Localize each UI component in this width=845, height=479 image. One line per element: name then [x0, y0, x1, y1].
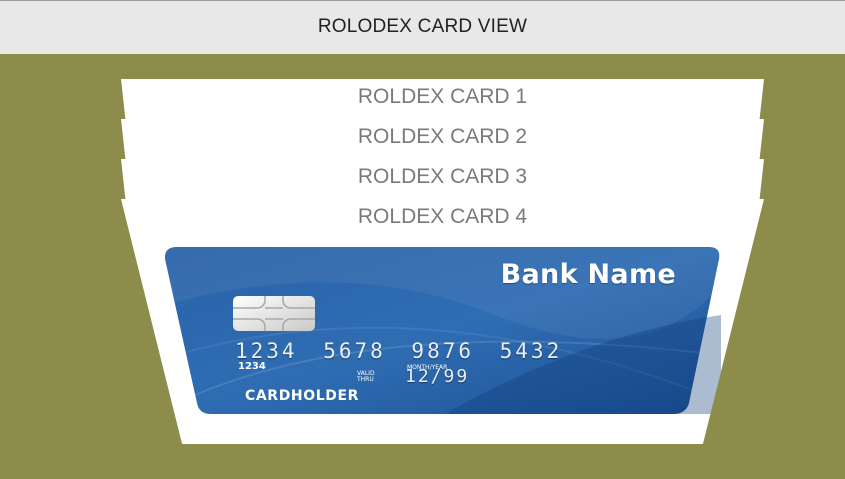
rolodex-card-2[interactable]: ROLDEX CARD 2 [121, 119, 764, 160]
rolodex-card-4-label: ROLDEX CARD 4 [357, 205, 528, 228]
rolodex-card-1[interactable]: ROLDEX CARD 1 [121, 79, 764, 120]
rolodex-card-4[interactable]: ROLDEX CARD 4 Bank Name 1234 5678 9876 5… [121, 199, 764, 444]
bank-name: Bank Name [500, 259, 676, 290]
card-number: 1234 5678 9876 5432 [235, 339, 563, 363]
credit-card-image: Bank Name 1234 5678 9876 5432 1234 VALID… [165, 245, 721, 416]
rolodex-card-3[interactable]: ROLDEX CARD 3 [121, 159, 764, 200]
card-number-small: 1234 [238, 361, 266, 372]
rolodex-stack: ROLDEX CARD 1 ROLDEX CARD 2 ROLDEX CARD … [0, 0, 845, 479]
rolodex-card-2-label: ROLDEX CARD 2 [357, 125, 528, 148]
rolodex-card-3-label: ROLDEX CARD 3 [357, 165, 528, 188]
chip-icon [233, 296, 315, 331]
valid-thru-label: VALID THRU [357, 370, 375, 383]
rolodex-card-1-label: ROLDEX CARD 1 [357, 85, 528, 108]
cardholder-name: CARDHOLDER [245, 388, 360, 404]
card-expiry: 12/99 [405, 366, 470, 387]
